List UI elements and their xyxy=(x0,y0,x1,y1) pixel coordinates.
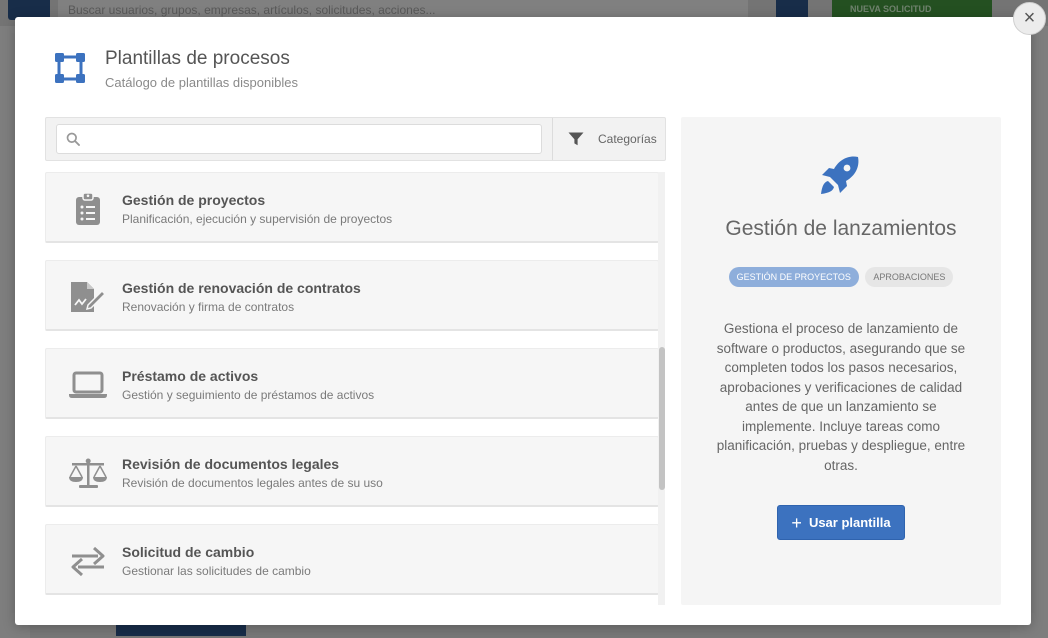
process-templates-modal: Plantillas de procesos Catálogo de plant… xyxy=(15,17,1031,625)
template-card-asset-loan[interactable]: Préstamo de activos Gestión y seguimient… xyxy=(45,348,659,419)
detail-title: Gestión de lanzamientos xyxy=(725,217,957,240)
template-search-input[interactable] xyxy=(87,125,537,153)
exchange-arrows-icon xyxy=(71,546,105,577)
template-detail-panel: Gestión de lanzamientos GESTIÓN DE PROYE… xyxy=(681,117,1001,605)
filter-icon xyxy=(568,132,584,146)
template-name: Solicitud de cambio xyxy=(122,544,255,560)
template-description: Renovación y firma de contratos xyxy=(122,300,295,314)
modal-subtitle: Catálogo de plantillas disponibles xyxy=(105,75,298,90)
template-name: Gestión de proyectos xyxy=(122,192,266,208)
template-card-contract-renewal[interactable]: Gestión de renovación de contratos Renov… xyxy=(45,260,659,331)
search-field-wrapper xyxy=(56,124,542,154)
balance-scale-icon xyxy=(69,458,107,488)
plus-icon: + xyxy=(791,512,802,533)
template-description: Revisión de documentos legales antes de … xyxy=(122,476,383,490)
modal-title: Plantillas de procesos xyxy=(105,48,290,69)
vector-square-icon xyxy=(55,53,85,83)
categories-filter-label: Categorías xyxy=(598,132,657,146)
template-card-change-request[interactable]: Solicitud de cambio Gestionar las solici… xyxy=(45,524,659,595)
detail-tags: GESTIÓN DE PROYECTOS APROBACIONES xyxy=(681,267,1001,287)
template-name: Préstamo de activos xyxy=(122,368,259,384)
search-icon xyxy=(66,132,80,146)
laptop-icon xyxy=(69,371,107,398)
file-signature-icon xyxy=(71,282,107,312)
template-card-project-management[interactable]: Gestión de proyectos Planificación, ejec… xyxy=(45,172,659,243)
template-name: Gestión de renovación de contratos xyxy=(122,280,361,296)
template-list[interactable]: Gestión de proyectos Planificación, ejec… xyxy=(45,172,659,605)
template-description: Planificación, ejecución y supervisión d… xyxy=(122,212,393,226)
tag-badge: APROBACIONES xyxy=(865,267,954,287)
detail-description: Gestiona el proceso de lanzamiento de so… xyxy=(716,321,966,473)
categories-filter-button[interactable]: Categorías xyxy=(552,118,666,160)
clipboard-list-icon xyxy=(76,192,100,225)
close-modal-button[interactable]: × xyxy=(1013,2,1046,35)
template-card-legal-review[interactable]: Revisión de documentos legales Revisión … xyxy=(45,436,659,507)
tag-badge: GESTIÓN DE PROYECTOS xyxy=(728,267,859,287)
template-search-bar: Categorías xyxy=(45,117,666,161)
rocket-icon xyxy=(821,156,859,194)
list-scrollbar-thumb[interactable] xyxy=(659,347,665,490)
use-template-button[interactable]: + Usar plantilla xyxy=(777,505,905,540)
template-description: Gestionar las solicitudes de cambio xyxy=(122,564,311,578)
use-template-label: Usar plantilla xyxy=(808,515,891,530)
template-name: Revisión de documentos legales xyxy=(122,456,340,472)
template-description: Gestión y seguimiento de préstamos de ac… xyxy=(122,388,375,402)
